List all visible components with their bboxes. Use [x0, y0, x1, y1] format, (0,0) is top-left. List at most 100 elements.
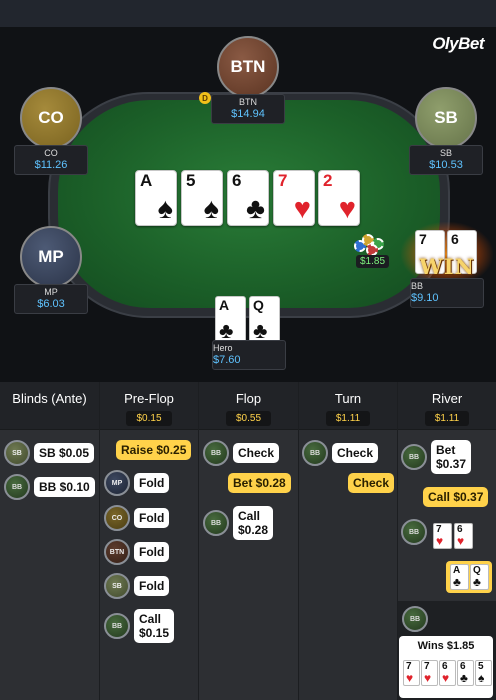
- position-chip-btn: BTN: [104, 539, 130, 565]
- brand-logo: OlyBet: [432, 34, 484, 53]
- action-text: Fold: [134, 508, 170, 528]
- action-flop-check: BB Check: [203, 440, 280, 466]
- card-rank: 2: [323, 171, 333, 190]
- winning-card: 7 ♥: [403, 660, 420, 686]
- stage-name: Turn: [334, 391, 362, 406]
- win-label: WIN: [419, 254, 475, 279]
- stage-pot: $1.11: [325, 411, 371, 426]
- action-preflop-raise: Raise $0.25: [116, 440, 192, 460]
- seat-co[interactable]: CO CO $11.26: [1, 87, 101, 175]
- action-text: Bet $0.37: [431, 440, 472, 474]
- hero-card-1: A ♣: [215, 296, 246, 344]
- action-preflop-bb: BB Call $0.15: [104, 609, 175, 643]
- action-turn-check-2: Check: [348, 473, 395, 493]
- position-chip-bb: BB: [401, 444, 427, 470]
- board-card: 5 ♠: [181, 170, 223, 226]
- hero-card-2: Q ♣: [249, 296, 280, 344]
- card-suit: ♠: [203, 193, 219, 225]
- action-preflop-sb: SB Fold: [104, 573, 170, 599]
- showdown-hero-card-2: Q ♣: [470, 564, 489, 590]
- showdown-bb: BB: [401, 519, 431, 545]
- position-chip-bb: BB: [401, 519, 427, 545]
- winning-card: 5 ♠: [475, 660, 492, 686]
- position-chip-mp: MP: [104, 470, 130, 496]
- player-name: CO: [44, 148, 58, 158]
- action-preflop-btn: BTN Fold: [104, 539, 170, 565]
- card-rank: A: [140, 171, 153, 190]
- action-river-bet: BB Bet $0.37: [401, 440, 472, 474]
- action-flop-bet: Bet $0.28: [228, 473, 291, 493]
- position-chip-bb: BB: [203, 440, 229, 466]
- action-text: Bet $0.28: [228, 473, 291, 493]
- position-chip-sb: SB: [104, 573, 130, 599]
- seat-mp[interactable]: MP MP $6.03: [1, 226, 101, 314]
- action-text: Call $0.15: [134, 609, 175, 643]
- winner-summary-chip: BB: [402, 606, 432, 632]
- action-text: SB $0.05: [34, 443, 95, 463]
- stage-pot: $1.11: [424, 411, 470, 426]
- player-name: BB: [411, 281, 424, 291]
- player-stack: $10.53: [429, 159, 463, 171]
- player-info-mp: MP $6.03: [14, 284, 88, 314]
- player-stack: $7.60: [213, 354, 241, 366]
- stage-name: Flop: [235, 391, 262, 406]
- player-info-co: CO $11.26: [14, 145, 88, 175]
- position-chip-sb: SB: [4, 440, 30, 466]
- position-chip-co: CO: [104, 505, 130, 531]
- avatar-co: CO: [20, 87, 82, 149]
- card-rank: 7: [278, 171, 288, 190]
- action-preflop-co: CO Fold: [104, 505, 170, 531]
- player-name: Hero: [213, 343, 233, 353]
- avatar-btn: BTN: [217, 36, 279, 98]
- seat-btn[interactable]: BTN BTN $14.94: [198, 36, 298, 124]
- action-turn-check: BB Check: [302, 440, 379, 466]
- position-chip-bb: BB: [203, 510, 229, 536]
- winning-card: 7 ♥: [421, 660, 438, 686]
- action-blind-bb: BB BB $0.10: [4, 474, 95, 500]
- action-text: Check: [348, 473, 395, 493]
- player-stack: $14.94: [231, 108, 265, 120]
- action-text: Raise $0.25: [116, 440, 192, 460]
- avatar-sb: SB: [415, 87, 477, 149]
- pot-amount: $1.85: [356, 255, 390, 268]
- winning-card: 6 ♥: [439, 660, 456, 686]
- showdown-hero-card-1: A ♣: [450, 564, 469, 590]
- player-info-hero: Hero $7.60: [212, 340, 286, 370]
- card-suit: ♥: [293, 193, 311, 225]
- player-name: MP: [44, 287, 58, 297]
- action-blind-sb: SB SB $0.05: [4, 440, 95, 466]
- action-text: Check: [233, 443, 280, 463]
- seat-sb[interactable]: SB SB $10.53: [396, 87, 496, 175]
- action-preflop-mp: MP Fold: [104, 470, 170, 496]
- card-suit: ♥: [338, 193, 356, 225]
- history-col-blinds: Blinds (Ante): [0, 382, 100, 700]
- action-river-call: Call $0.37: [423, 487, 489, 507]
- top-status-bar: [0, 0, 496, 27]
- pot-chips-icon: [352, 230, 392, 258]
- player-stack: $6.03: [37, 298, 65, 310]
- action-text: Call $0.37: [423, 487, 489, 507]
- dealer-button-icon: D: [199, 92, 211, 104]
- action-text: BB $0.10: [34, 477, 95, 497]
- action-flop-call: BB Call $0.28: [203, 506, 274, 540]
- position-chip-bb: BB: [402, 606, 428, 632]
- winner-badge: 7 6 WIN: [401, 222, 493, 286]
- stage-pot: $0.55: [225, 411, 272, 426]
- winner-summary: Wins $1.85 7 ♥ 7 ♥ 6 ♥ 6 ♣ 5 ♠: [399, 636, 493, 698]
- position-chip-bb: BB: [302, 440, 328, 466]
- wins-label: Wins $1.85: [417, 640, 475, 652]
- card-rank: 6: [232, 171, 242, 190]
- player-info-sb: SB $10.53: [409, 145, 483, 175]
- action-text: Call $0.28: [233, 506, 274, 540]
- card-suit: ♣: [245, 193, 265, 225]
- card-rank: 5: [186, 171, 196, 190]
- stage-name: Pre-Flop: [124, 391, 174, 406]
- avatar-mp: MP: [20, 226, 82, 288]
- action-text: Fold: [134, 542, 170, 562]
- board-card: 7 ♥: [273, 170, 315, 226]
- player-info-bb: BB $9.10: [410, 278, 484, 308]
- player-stack: $9.10: [411, 292, 439, 304]
- player-name: BTN: [239, 97, 257, 107]
- stage-name: River: [431, 391, 463, 406]
- showdown-bb-card-1: 7 ♥: [433, 523, 452, 549]
